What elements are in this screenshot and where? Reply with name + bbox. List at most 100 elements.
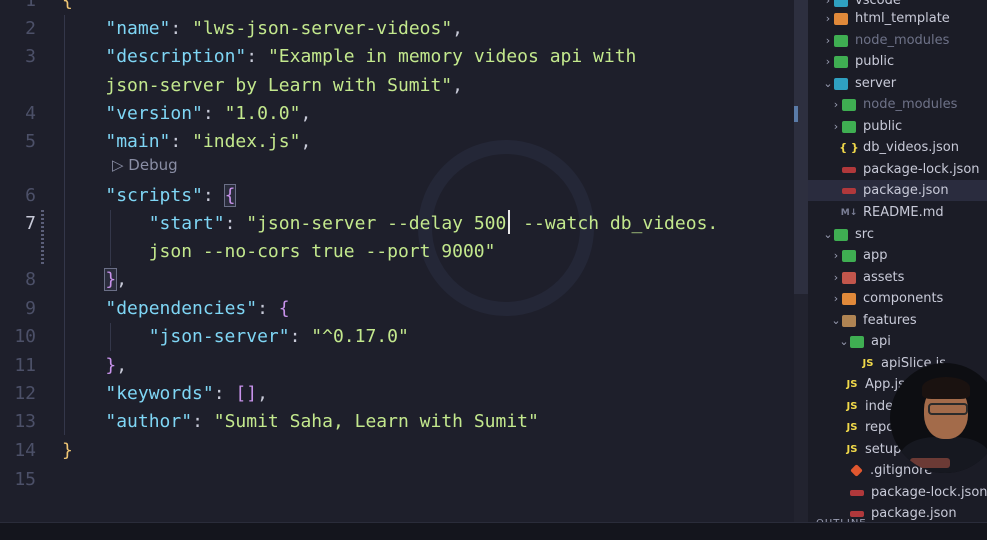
javascript-file-icon: JS [846,422,858,433]
code-line-5: "main": "index.js", [105,131,312,152]
chevron-right-icon[interactable]: › [830,249,842,262]
explorer-item[interactable]: › components [808,288,987,309]
chevron-down-icon[interactable]: ⌄ [830,314,842,327]
chevron-down-icon[interactable]: ⌄ [822,77,834,90]
code-line-3: "description": "Example in memory videos… [105,46,637,67]
explorer-item[interactable]: ⌄ api [808,331,987,352]
explorer-item-label: api [871,334,891,349]
explorer-item-label: src [855,227,874,242]
code-line-4: "version": "1.0.0", [105,103,312,124]
json-file-icon: { } [839,141,859,154]
explorer-item[interactable]: › public [808,116,987,137]
matched-bracket: } [104,268,118,291]
line-number-active: 7 [25,213,36,234]
status-bar [0,522,987,540]
line-number: 2 [25,18,36,39]
explorer-item[interactable]: package-lock.json [808,159,987,180]
folder-icon [834,0,848,7]
explorer-item[interactable]: ⌄ features [808,310,987,331]
chevron-down-icon[interactable]: ⌄ [822,228,834,241]
chevron-down-icon[interactable]: ⌄ [838,335,850,348]
explorer-item[interactable]: › app [808,245,987,266]
code-line-3-wrap: json-server by Learn with Sumit", [105,75,463,96]
explorer-item-label: public [863,119,903,134]
explorer-item-label: vscode [855,0,901,8]
explorer-item[interactable]: M↓ README.md [808,202,987,223]
folder-icon [842,314,856,327]
modified-line-marker [41,210,44,266]
explorer-item[interactable]: › html_template [808,8,987,29]
chevron-right-icon[interactable]: › [830,98,842,111]
folder-icon [850,335,864,348]
folder-icon [842,98,856,111]
folder-icon [834,228,848,241]
folder-icon [842,249,856,262]
code-line-12: "keywords": [], [105,383,268,404]
folder-icon [834,77,848,90]
code-line-6: "scripts": { [105,184,237,207]
line-number: 14 [14,440,36,461]
explorer-item-label: db_videos.json [863,140,959,155]
chevron-right-icon[interactable]: › [822,12,834,25]
folder-icon [842,271,856,284]
code-line-2: "name": "lws-json-server-videos", [105,18,464,39]
debug-codelens[interactable]: ▷ Debug [112,156,178,174]
code-line-9: "dependencies": { [105,298,290,319]
explorer-item[interactable]: › node_modules [808,30,987,51]
explorer-item[interactable]: package.json [808,180,987,201]
chevron-right-icon[interactable]: › [822,55,834,68]
line-number: 12 [14,383,36,404]
line-number: 1 [25,0,36,11]
matched-bracket: { [223,184,237,207]
npm-file-icon [842,166,856,173]
git-file-icon [850,464,863,477]
text-cursor [508,210,511,234]
explorer-item-label: assets [863,270,905,285]
markdown-file-icon: M↓ [840,207,858,218]
webcam-overlay [890,363,987,473]
folder-icon [834,12,848,25]
code-line-13: "author": "Sumit Saha, Learn with Sumit" [105,411,539,432]
code-line-14: } [62,440,73,461]
npm-file-icon [850,489,864,496]
folder-icon [834,55,848,68]
explorer-item[interactable]: package-lock.json [808,482,987,503]
chevron-right-icon[interactable]: › [822,0,834,7]
editor-scrollbar[interactable] [794,0,808,522]
explorer-item-label: html_template [855,11,950,26]
explorer-item-label: node_modules [863,97,958,112]
javascript-file-icon: JS [846,444,858,455]
explorer-item[interactable]: › assets [808,267,987,288]
explorer-item-label: README.md [863,205,944,220]
explorer-item-label: features [863,313,917,328]
presenter-hair [922,377,970,399]
explorer-item[interactable]: ⌄ src [808,224,987,245]
explorer-item[interactable]: › node_modules [808,94,987,115]
npm-file-icon [842,187,856,194]
explorer-item[interactable]: › public [808,51,987,72]
code-line-1: { [62,0,73,11]
explorer-item-label: package-lock.json [863,162,980,177]
explorer-item[interactable]: ⌄ server [808,73,987,94]
code-line-8: }, [104,268,128,291]
line-number: 9 [25,298,36,319]
chevron-right-icon[interactable]: › [830,120,842,133]
presenter-glasses [928,403,968,415]
chevron-right-icon[interactable]: › [830,271,842,284]
line-number: 15 [14,469,36,490]
line-number: 5 [25,131,36,152]
explorer-item-label: package.json [871,506,957,521]
code-line-7[interactable]: "start": "json-server --delay 500 --watc… [62,210,718,238]
npm-file-icon [850,510,864,517]
explorer-item[interactable]: { } db_videos.json [808,137,987,158]
explorer-item-label: package.json [863,183,949,198]
explorer-item-label: node_modules [855,33,950,48]
chevron-right-icon[interactable]: › [830,292,842,305]
code-line-10: "json-server": "^0.17.0" [148,326,409,347]
chevron-right-icon[interactable]: › [822,34,834,47]
line-number: 11 [14,355,36,376]
code-editor[interactable]: 1 2 3 4 5 6 7 8 9 10 11 12 13 14 15 { "n… [0,0,794,522]
scrollbar-thumb[interactable] [794,0,808,294]
line-number: 13 [14,411,36,432]
line-number: 8 [25,269,36,290]
